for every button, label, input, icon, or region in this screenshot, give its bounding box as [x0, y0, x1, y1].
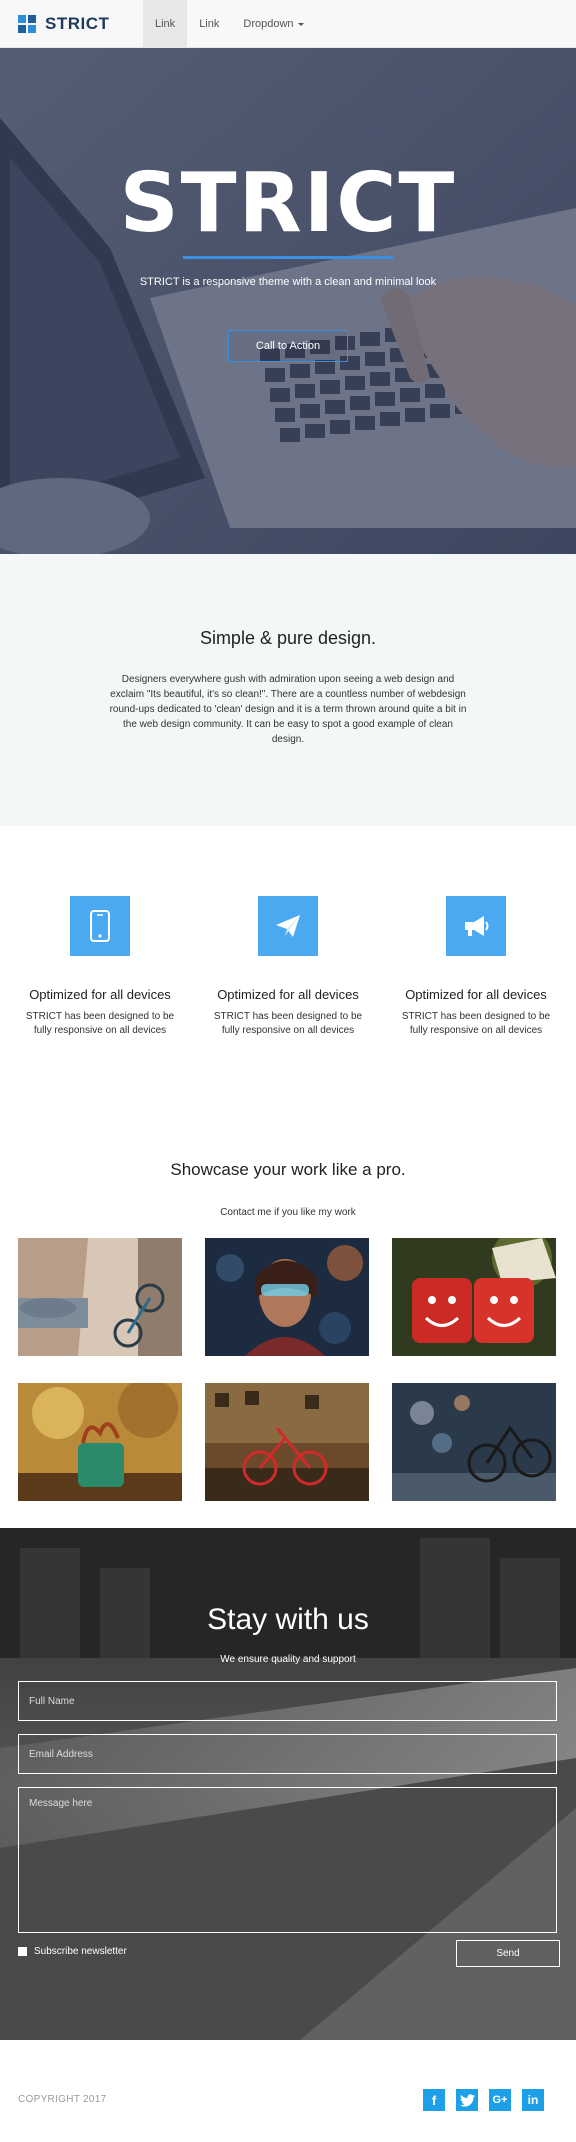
google-plus-icon[interactable]: G+ — [489, 2089, 511, 2111]
brand-link[interactable]: STRICT — [18, 0, 109, 48]
send-button[interactable]: Send — [456, 1940, 560, 1967]
paper-plane-icon — [258, 896, 318, 956]
linkedin-icon[interactable]: in — [522, 2089, 544, 2111]
feature-text: STRICT has been designed to be fully res… — [213, 1011, 363, 1036]
call-to-action-button[interactable]: Call to Action — [228, 330, 348, 362]
twitter-icon[interactable] — [456, 2089, 478, 2111]
contact-section: Stay with us We ensure quality and suppo… — [0, 1528, 576, 2040]
nav-link-1[interactable]: Link — [143, 0, 188, 48]
nav-dropdown[interactable]: Dropdown — [231, 0, 315, 48]
feature-card: Optimized for all devices STRICT has bee… — [208, 896, 368, 1038]
portfolio-thumbnail[interactable] — [392, 1238, 556, 1356]
showcase-subtitle: Contact me if you like my work — [220, 1207, 356, 1218]
feature-title: Optimized for all devices — [405, 987, 547, 1002]
hero-overlay — [0, 48, 576, 554]
feature-text: STRICT has been designed to be fully res… — [401, 1011, 551, 1036]
feature-card: Optimized for all devices STRICT has bee… — [396, 896, 556, 1038]
hero-title: STRICT — [119, 156, 457, 251]
portfolio-thumbnail[interactable] — [205, 1383, 369, 1501]
feature-card: Optimized for all devices STRICT has bee… — [20, 896, 180, 1038]
about-section: Simple & pure design. Designers everywhe… — [0, 554, 576, 826]
nav-dropdown-label: Dropdown — [243, 18, 294, 30]
portfolio-thumbnail[interactable] — [205, 1238, 369, 1356]
brand-logo-icon — [18, 15, 36, 33]
email-input[interactable]: Email Address — [18, 1734, 557, 1774]
feature-title: Optimized for all devices — [217, 987, 359, 1002]
footer: COPYRIGHT 2017 f G+ in — [0, 2040, 576, 2142]
features-section: Optimized for all devices STRICT has bee… — [0, 826, 576, 1126]
portfolio-thumbnail[interactable] — [392, 1383, 556, 1501]
feature-text: STRICT has been designed to be fully res… — [25, 1011, 175, 1036]
showcase-title: Showcase your work like a pro. — [170, 1160, 406, 1179]
navbar: STRICT Link Link Dropdown — [0, 0, 576, 48]
about-text: Designers everywhere gush with admiratio… — [109, 674, 467, 745]
message-textarea[interactable]: Message here — [18, 1787, 557, 1933]
hero-divider — [183, 256, 393, 259]
megaphone-icon — [446, 896, 506, 956]
mobile-phone-icon — [70, 896, 130, 956]
facebook-icon[interactable]: f — [423, 2089, 445, 2111]
contact-title: Stay with us — [207, 1603, 369, 1636]
nav-menu: Link Link Dropdown — [143, 0, 316, 48]
contact-subtitle: We ensure quality and support — [220, 1654, 356, 1665]
newsletter-checkbox[interactable] — [18, 1947, 27, 1956]
about-title: Simple & pure design. — [199, 628, 377, 648]
newsletter-row: Subscribe newsletter — [18, 1946, 127, 1957]
caret-down-icon — [297, 22, 304, 26]
copyright-text: COPYRIGHT 2017 — [18, 2094, 107, 2105]
nav-link-2[interactable]: Link — [187, 0, 231, 48]
brand-name: STRICT — [45, 14, 110, 33]
portfolio-thumbnail[interactable] — [18, 1383, 182, 1501]
newsletter-label: Subscribe newsletter — [34, 1946, 127, 1957]
portfolio-thumbnail[interactable] — [18, 1238, 182, 1356]
hero-subtitle: STRICT is a responsive theme with a clea… — [139, 276, 437, 288]
hero-section: STRICT STRICT is a responsive theme with… — [0, 48, 576, 554]
full-name-input[interactable]: Full Name — [18, 1681, 557, 1721]
feature-title: Optimized for all devices — [29, 987, 171, 1002]
